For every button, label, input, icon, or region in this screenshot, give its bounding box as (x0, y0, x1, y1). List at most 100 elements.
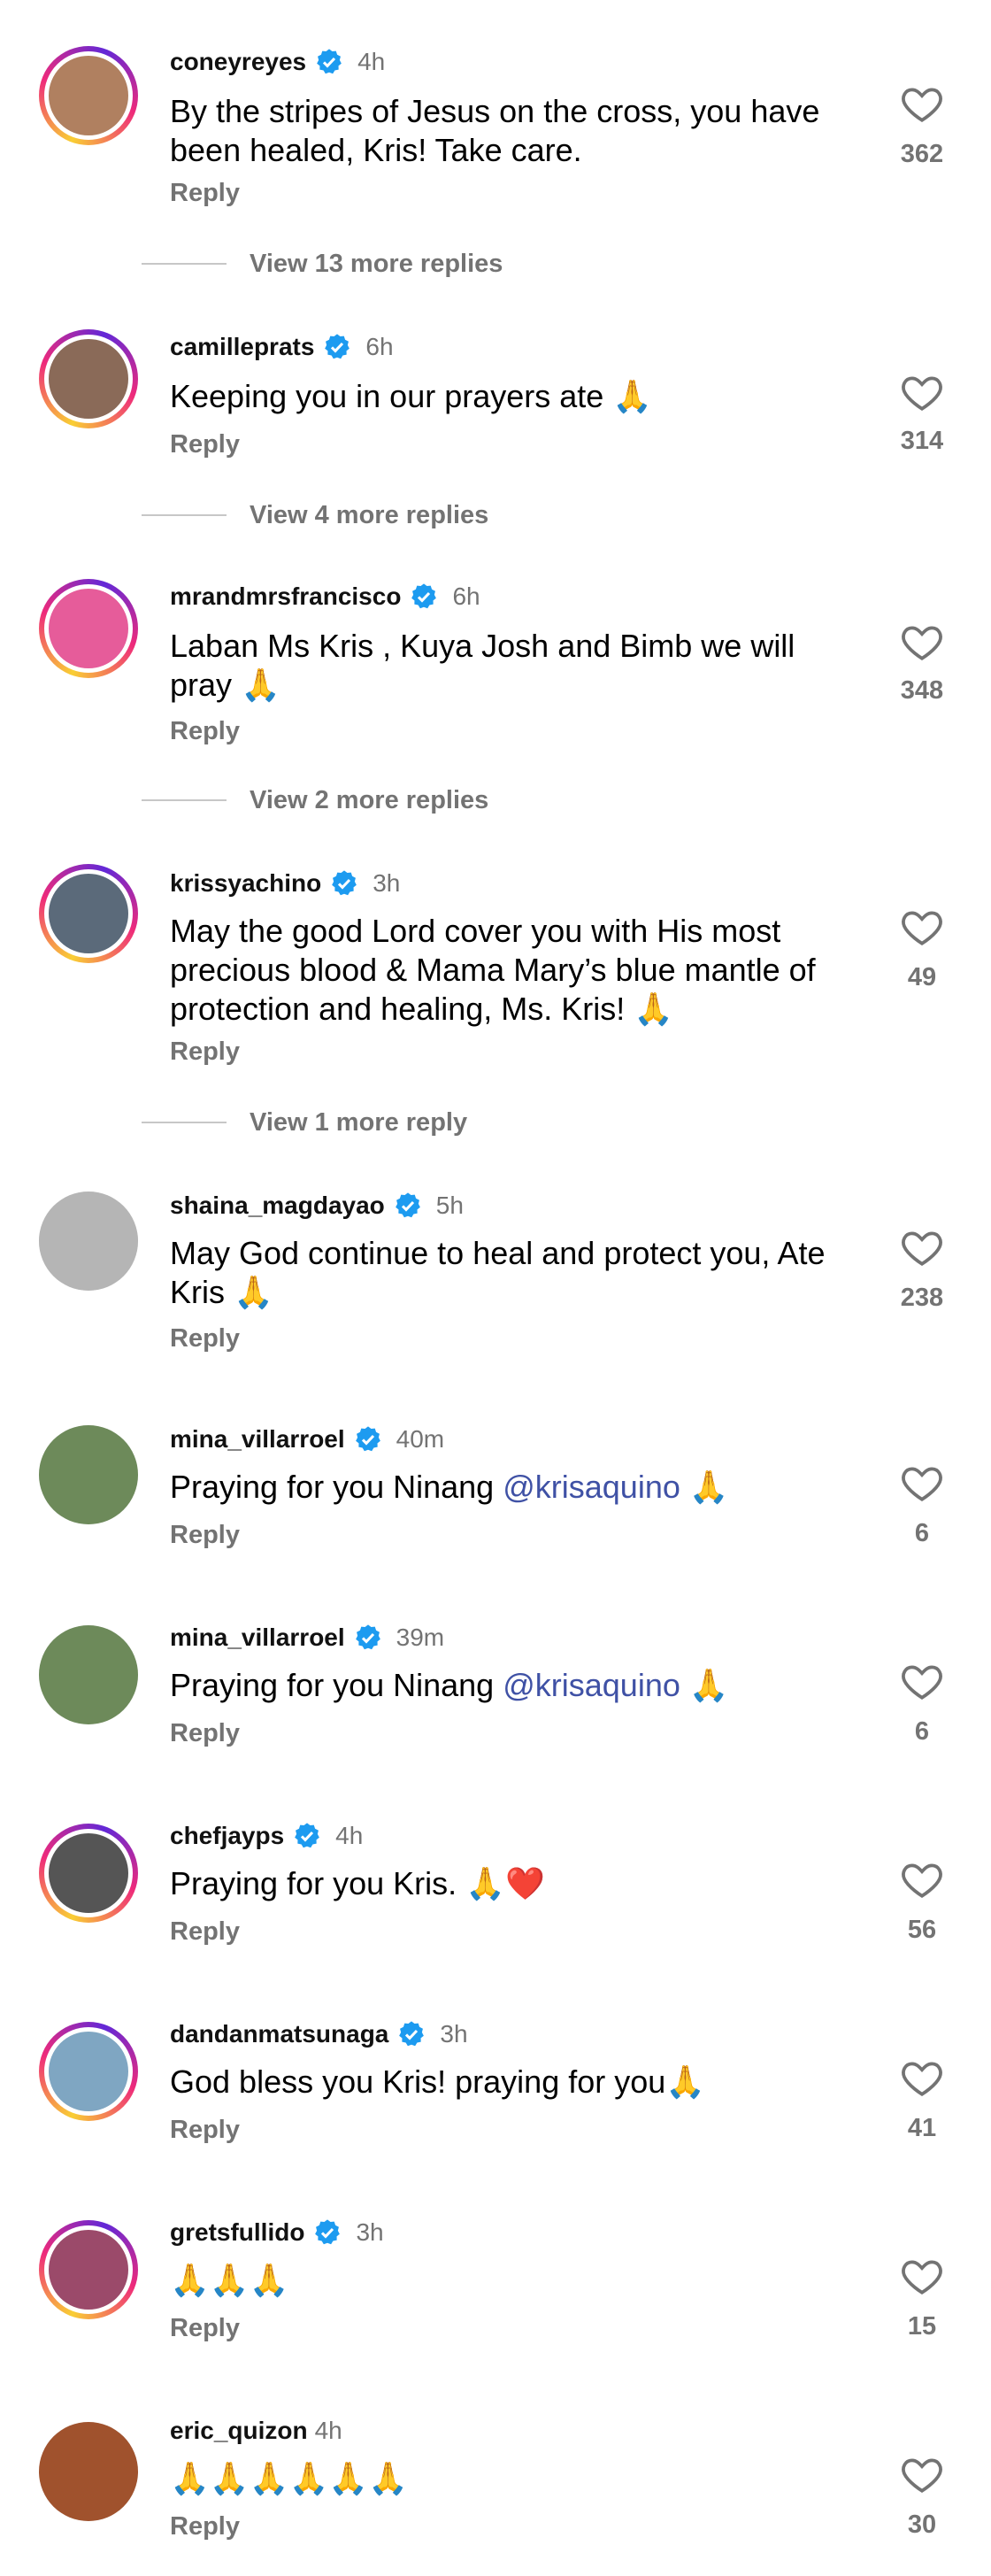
heart-icon[interactable] (897, 2452, 947, 2496)
view-more-replies[interactable]: View 2 more replies (142, 783, 488, 818)
divider-line (142, 799, 227, 801)
view-more-replies[interactable]: View 1 more reply (142, 1105, 467, 1140)
username[interactable]: krissyachino (170, 869, 321, 898)
divider-line (142, 1122, 227, 1123)
comment-text: God bless you Kris! praying for you🙏 (170, 2063, 706, 2100)
avatar[interactable] (39, 1425, 138, 1524)
heart-icon[interactable] (897, 620, 947, 664)
reply-button[interactable]: Reply (170, 2512, 240, 2541)
view-more-replies-label[interactable]: View 13 more replies (250, 250, 503, 279)
heart-icon[interactable] (897, 905, 947, 949)
reply-button[interactable]: Reply (170, 1719, 240, 1748)
reply-button[interactable]: Reply (170, 1521, 240, 1550)
comment-text: By the stripes of Jesus on the cross, yo… (170, 93, 820, 168)
avatar-image (39, 2422, 138, 2521)
like-count: 6 (914, 1717, 930, 1746)
comment-text: Praying for you Ninang @krisaquino 🙏 (170, 1468, 860, 1507)
avatar[interactable] (39, 1824, 138, 1923)
avatar[interactable] (39, 2022, 138, 2121)
view-more-replies[interactable]: View 4 more replies (142, 497, 488, 533)
view-more-replies-label[interactable]: View 1 more reply (250, 1108, 467, 1138)
timestamp: 6h (365, 333, 394, 360)
reply-button[interactable]: Reply (170, 717, 240, 746)
mention-link[interactable]: @krisaquino (503, 1469, 680, 1505)
username[interactable]: camilleprats (170, 333, 314, 361)
reply-button[interactable]: Reply (170, 179, 240, 208)
comment-header: mrandmrsfrancisco 6h (170, 579, 480, 614)
username[interactable]: dandanmatsunaga (170, 2020, 388, 2048)
comment-text: 🙏🙏🙏🙏🙏🙏 (170, 2460, 408, 2496)
comment-text-part: Praying for you Ninang (170, 1469, 503, 1505)
heart-icon[interactable] (897, 1857, 947, 1901)
avatar[interactable] (39, 46, 138, 145)
reply-button[interactable]: Reply (170, 1037, 240, 1067)
avatar-image (39, 1192, 138, 1291)
reply-button[interactable]: Reply (170, 430, 240, 459)
username[interactable]: mrandmrsfrancisco (170, 582, 401, 611)
avatar[interactable] (39, 864, 138, 963)
comment-text: May God continue to heal and protect you… (170, 1235, 826, 1310)
like-count: 56 (907, 1916, 937, 1944)
reply-button[interactable]: Reply (170, 1917, 240, 1947)
like-count: 6 (914, 1519, 930, 1547)
comment-header: gretsfullido 3h (170, 2215, 384, 2250)
comment-header: shaina_magdayao 5h (170, 1188, 464, 1223)
timestamp: 39m (396, 1623, 445, 1651)
heart-icon[interactable] (897, 81, 947, 126)
reply-button[interactable]: Reply (170, 2314, 240, 2343)
divider-line (142, 514, 227, 516)
username[interactable]: coneyreyes (170, 48, 306, 76)
verified-badge-icon (355, 1426, 380, 1452)
view-more-replies-label[interactable]: View 2 more replies (250, 786, 488, 815)
heart-icon[interactable] (897, 2055, 947, 2100)
username[interactable]: gretsfullido (170, 2218, 304, 2247)
verified-badge-icon (315, 2219, 341, 2245)
reply-button[interactable]: Reply (170, 1324, 240, 1354)
avatar[interactable] (39, 579, 138, 678)
heart-icon[interactable] (897, 370, 947, 414)
like-count: 15 (907, 2312, 937, 2341)
comment-text: Praying for you Ninang @krisaquino 🙏 (170, 1666, 860, 1705)
avatar-image (44, 1829, 133, 1917)
comment-header: mina_villarroel 40m (170, 1422, 444, 1457)
verified-badge-icon (325, 334, 350, 359)
avatar[interactable] (39, 2422, 138, 2521)
username[interactable]: shaina_magdayao (170, 1192, 385, 1220)
like-count: 314 (900, 427, 944, 455)
divider-line (142, 263, 227, 265)
avatar-image (39, 1625, 138, 1724)
like-count: 238 (900, 1284, 944, 1312)
comment-text-part: 🙏 (680, 1469, 729, 1505)
avatar-image (44, 869, 133, 958)
heart-icon[interactable] (897, 2254, 947, 2298)
like-count: 41 (907, 2114, 937, 2142)
heart-icon[interactable] (897, 1461, 947, 1505)
username[interactable]: mina_villarroel (170, 1623, 345, 1652)
avatar-image (44, 51, 133, 140)
heart-icon[interactable] (897, 1659, 947, 1703)
avatar[interactable] (39, 1625, 138, 1724)
avatar-image (39, 1425, 138, 1524)
comment-header: coneyreyes 4h (170, 44, 385, 80)
view-more-replies[interactable]: View 13 more replies (142, 246, 503, 282)
comment-header: camilleprats 6h (170, 329, 394, 365)
avatar[interactable] (39, 1192, 138, 1291)
like-count: 49 (907, 963, 937, 991)
verified-badge-icon (317, 49, 342, 74)
timestamp: 4h (314, 2417, 342, 2444)
mention-link[interactable]: @krisaquino (503, 1667, 680, 1703)
username[interactable]: mina_villarroel (170, 1425, 345, 1454)
view-more-replies-label[interactable]: View 4 more replies (250, 501, 488, 530)
username[interactable]: eric_quizon (170, 2417, 308, 2445)
comment-header: krissyachino 3h (170, 866, 400, 901)
username[interactable]: chefjayps (170, 1822, 284, 1850)
avatar[interactable] (39, 2220, 138, 2319)
comment-text: May the good Lord cover you with His mos… (170, 913, 816, 1027)
timestamp: 3h (440, 2020, 468, 2048)
heart-icon[interactable] (897, 1225, 947, 1269)
verified-badge-icon (395, 1192, 420, 1218)
avatar[interactable] (39, 329, 138, 428)
verified-badge-icon (332, 870, 357, 896)
reply-button[interactable]: Reply (170, 2116, 240, 2145)
verified-badge-icon (355, 1624, 380, 1650)
